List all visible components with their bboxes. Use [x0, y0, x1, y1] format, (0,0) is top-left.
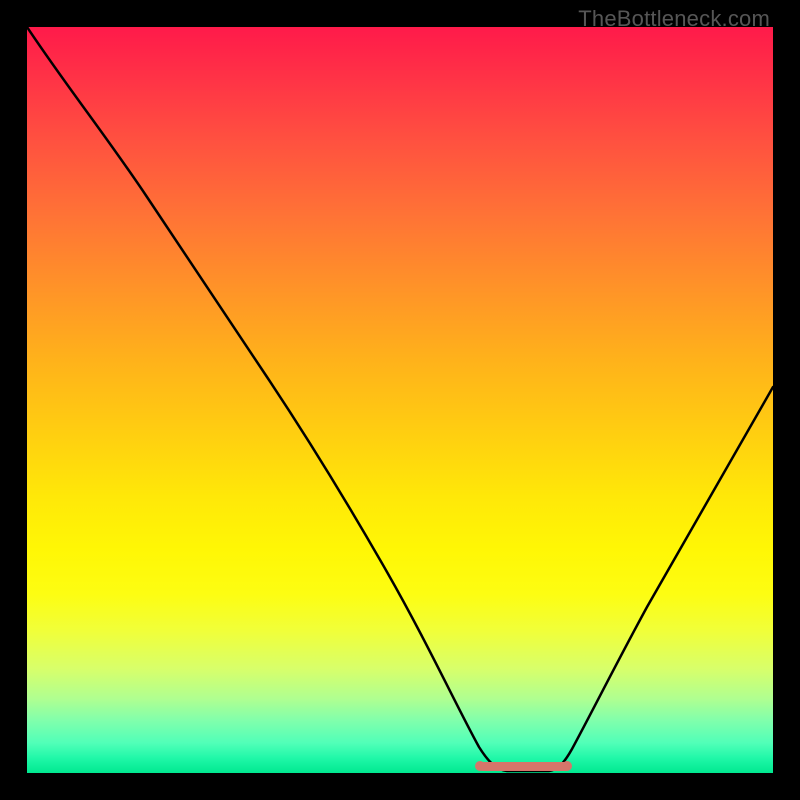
curve-svg — [27, 27, 773, 773]
plot-area — [27, 27, 773, 773]
highlight-marker — [478, 762, 570, 771]
chart-container: TheBottleneck.com — [0, 0, 800, 800]
bottleneck-curve — [27, 27, 773, 771]
